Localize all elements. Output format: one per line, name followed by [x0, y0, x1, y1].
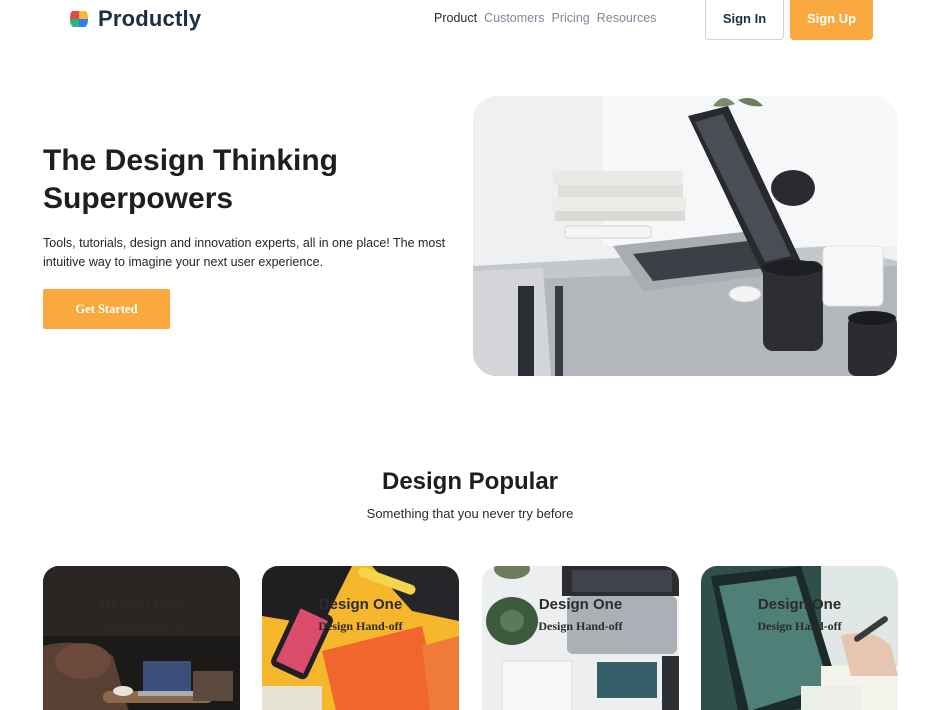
- logo-icon: [68, 8, 90, 30]
- brand-logo[interactable]: Productly: [68, 6, 201, 32]
- design-card-1[interactable]: Design One Design Hand-off: [43, 566, 240, 710]
- get-started-button[interactable]: Get Started: [43, 289, 170, 329]
- hero-description: Tools, tutorials, design and innovation …: [43, 236, 446, 269]
- design-card-4[interactable]: Design One Design Hand-off: [701, 566, 898, 710]
- laptop-desk-illustration: [473, 96, 897, 376]
- card-title: Design One: [99, 596, 184, 613]
- sign-up-button[interactable]: Sign Up: [790, 0, 873, 40]
- hero-title-line2: Superpowers: [43, 182, 234, 215]
- main-nav: Product Customers Pricing Resources: [434, 11, 657, 25]
- keyboard-plant-notebook-image: [482, 566, 679, 710]
- card-subtitle: Design Hand-off: [99, 619, 184, 633]
- tablet-sketching-image: [701, 566, 898, 710]
- nav-item-product[interactable]: Product: [434, 11, 477, 25]
- design-card-2[interactable]: Design One Design Hand-off: [262, 566, 459, 710]
- hero-title: The Design Thinking Superpowers: [43, 142, 463, 218]
- design-card-3[interactable]: Design One Design Hand-off: [482, 566, 679, 710]
- card-title: Design One: [757, 596, 842, 613]
- hero-image: [473, 96, 897, 376]
- card-subtitle: Design Hand-off: [538, 619, 623, 633]
- section-subtitle: Something that you never try before: [366, 506, 574, 521]
- yellow-desk-phone-book-image: [262, 566, 459, 710]
- living-room-laptop-image: [43, 566, 240, 710]
- section-title: Design Popular: [381, 468, 559, 495]
- card-title: Design One: [318, 596, 403, 613]
- card-subtitle: Design Hand-off: [318, 619, 403, 633]
- brand-name: Productly: [98, 6, 202, 31]
- card-title: Design One: [538, 596, 623, 613]
- hero-title-line1: The Design Thinking: [43, 144, 339, 177]
- card-subtitle: Design Hand-off: [757, 619, 842, 633]
- sign-in-button[interactable]: Sign In: [705, 0, 784, 40]
- nav-item-pricing[interactable]: Pricing: [552, 11, 590, 25]
- nav-item-resources[interactable]: Resources: [597, 11, 657, 25]
- nav-item-customers[interactable]: Customers: [484, 11, 544, 25]
